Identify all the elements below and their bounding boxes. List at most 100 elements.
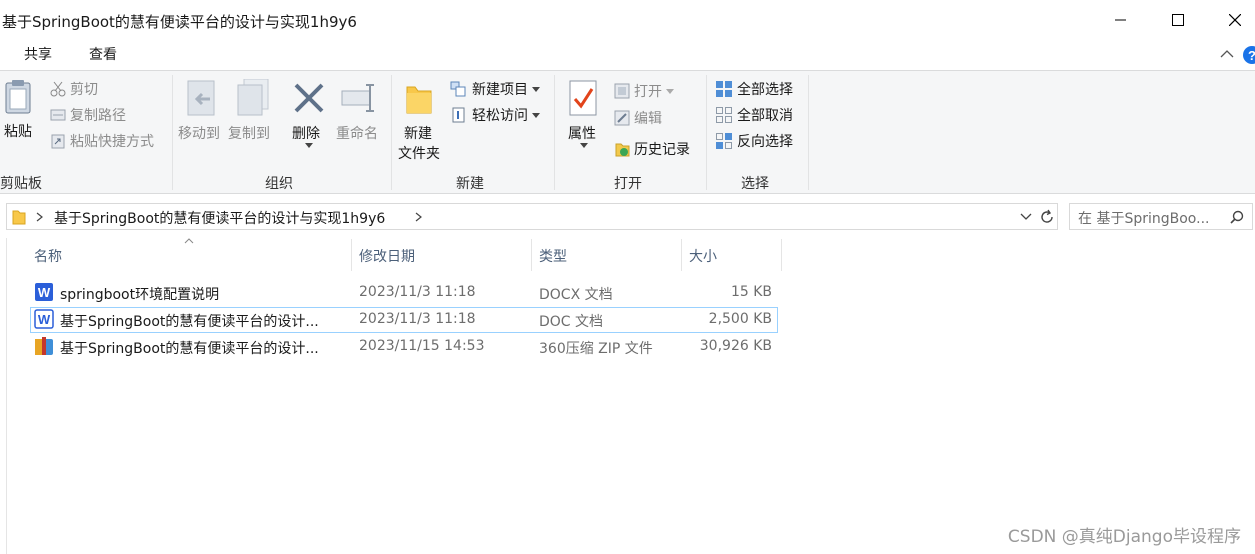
move-to-icon	[187, 80, 215, 116]
breadcrumb-path[interactable]: 基于SpringBoot的慧有便读平台的设计与实现1h9y6	[54, 208, 385, 228]
group-divider	[554, 75, 555, 190]
delete-label: 删除	[292, 126, 320, 142]
file-size: 30,926 KB	[699, 338, 772, 354]
file-type: 360压缩 ZIP 文件	[539, 341, 653, 357]
column-divider[interactable]	[681, 239, 682, 271]
ribbon-tab-bar: 共享 查看 ?	[0, 40, 1255, 70]
invert-selection-icon	[716, 133, 732, 149]
new-item-label: 新建项目	[472, 82, 528, 98]
search-icon[interactable]	[1230, 210, 1244, 224]
collapse-ribbon-button[interactable]	[1220, 47, 1234, 63]
paste-button[interactable]: 粘贴	[0, 79, 40, 144]
file-size: 2,500 KB	[708, 311, 772, 327]
cut-button[interactable]: 剪切	[50, 79, 98, 99]
tab-share[interactable]: 共享	[24, 44, 52, 64]
dropdown-arrow-icon	[532, 86, 540, 92]
ribbon: 粘贴 剪切 复制路径 粘贴快捷方式 剪贴板 移动到 复制到 删除 重命名 组织 …	[0, 70, 1255, 194]
select-none-button[interactable]: 全部取消	[715, 105, 793, 125]
column-header-type[interactable]: 类型	[539, 246, 567, 266]
maximize-icon	[1172, 14, 1184, 26]
column-header-date[interactable]: 修改日期	[359, 246, 415, 266]
file-name: 基于SpringBoot的慧有便读平台的设计...	[60, 314, 319, 330]
paste-label: 粘贴	[4, 124, 32, 140]
cut-label: 剪切	[70, 82, 98, 98]
column-header-name[interactable]: 名称	[34, 246, 62, 266]
move-to-label: 移动到	[178, 126, 220, 142]
zip-archive-icon	[35, 337, 53, 355]
select-none-label: 全部取消	[737, 108, 793, 124]
dropdown-arrow-icon	[666, 88, 674, 94]
copy-path-label: 复制路径	[70, 108, 126, 124]
new-folder-button[interactable]: 新建 文件夹	[397, 79, 447, 169]
watermark: CSDN @真纯Django毕设程序	[1007, 527, 1241, 547]
paste-shortcut-button[interactable]: 粘贴快捷方式	[50, 131, 154, 151]
open-button[interactable]: 打开	[614, 81, 674, 101]
svg-text:?: ?	[1248, 48, 1255, 63]
copy-path-button[interactable]: 复制路径	[50, 105, 126, 125]
move-to-button[interactable]: 移动到	[178, 79, 224, 159]
address-bar[interactable]: 基于SpringBoot的慧有便读平台的设计与实现1h9y6	[6, 203, 1058, 230]
properties-button[interactable]: 属性	[564, 79, 604, 159]
file-type: DOC 文档	[539, 314, 604, 330]
delete-x-icon	[294, 83, 324, 113]
sort-ascending-icon	[184, 238, 194, 244]
copy-to-label: 复制到	[228, 126, 270, 142]
column-header-size[interactable]: 大小	[689, 246, 717, 266]
invert-selection-button[interactable]: 反向选择	[715, 131, 793, 151]
new-folder-label-line1: 新建	[404, 126, 432, 142]
word-doc-icon: W	[34, 309, 54, 329]
select-all-label: 全部选择	[737, 82, 793, 98]
title-bar: 基于SpringBoot的慧有便读平台的设计与实现1h9y6	[0, 0, 1255, 40]
file-row-selected[interactable]: W 基于SpringBoot的慧有便读平台的设计... 2023/11/3 11…	[30, 307, 778, 333]
column-divider[interactable]	[531, 239, 532, 271]
close-icon	[1229, 14, 1241, 26]
file-date: 2023/11/3 11:18	[359, 311, 476, 327]
edit-button[interactable]: 编辑	[614, 108, 662, 128]
file-size: 15 KB	[730, 284, 772, 300]
dropdown-arrow-icon	[305, 143, 313, 148]
delete-button[interactable]: 删除	[290, 79, 330, 159]
word-doc-icon: W	[35, 283, 53, 301]
group-divider	[391, 75, 392, 190]
refresh-icon	[1041, 209, 1053, 223]
easy-access-label: 轻松访问	[472, 108, 528, 124]
help-button[interactable]: ?	[1242, 45, 1255, 69]
minimize-button[interactable]	[1093, 0, 1149, 40]
easy-access-button[interactable]: 轻松访问	[450, 105, 540, 125]
tab-view[interactable]: 查看	[89, 44, 117, 64]
dropdown-arrow-icon	[532, 112, 540, 118]
properties-icon	[569, 80, 597, 116]
chevron-down-icon[interactable]	[1020, 213, 1032, 221]
file-date: 2023/11/15 14:53	[359, 338, 485, 354]
close-button[interactable]	[1207, 0, 1255, 40]
scissors-icon	[50, 81, 66, 97]
paste-shortcut-label: 粘贴快捷方式	[70, 134, 154, 150]
search-box[interactable]: 在 基于SpringBoo...	[1069, 203, 1253, 230]
select-all-button[interactable]: 全部选择	[715, 79, 793, 99]
open-icon	[614, 83, 630, 99]
file-row[interactable]: W springboot环境配置说明 2023/11/3 11:18 DOCX …	[30, 280, 778, 306]
history-button[interactable]: 历史记录	[614, 139, 690, 159]
folder-icon	[12, 210, 26, 225]
file-row[interactable]: 基于SpringBoot的慧有便读平台的设计... 2023/11/15 14:…	[30, 334, 778, 360]
search-placeholder[interactable]: 在 基于SpringBoo...	[1078, 208, 1209, 228]
clipboard-icon	[5, 80, 31, 114]
history-label: 历史记录	[634, 142, 690, 158]
svg-text:W: W	[38, 312, 51, 327]
new-item-button[interactable]: 新建项目	[450, 79, 540, 99]
rename-button[interactable]: 重命名	[336, 79, 382, 159]
column-divider[interactable]	[781, 239, 782, 271]
folder-icon	[406, 86, 432, 114]
copy-path-icon	[50, 109, 66, 121]
chevron-right-icon[interactable]	[415, 212, 423, 222]
group-label-select: 选择	[741, 176, 769, 192]
rename-label: 重命名	[336, 126, 378, 142]
column-divider[interactable]	[351, 239, 352, 271]
copy-to-button[interactable]: 复制到	[228, 79, 274, 159]
group-divider	[172, 75, 173, 190]
refresh-button[interactable]	[1035, 203, 1059, 230]
copy-to-icon	[237, 79, 269, 116]
group-divider	[808, 75, 809, 190]
group-divider	[706, 75, 707, 190]
maximize-button[interactable]	[1150, 0, 1206, 40]
